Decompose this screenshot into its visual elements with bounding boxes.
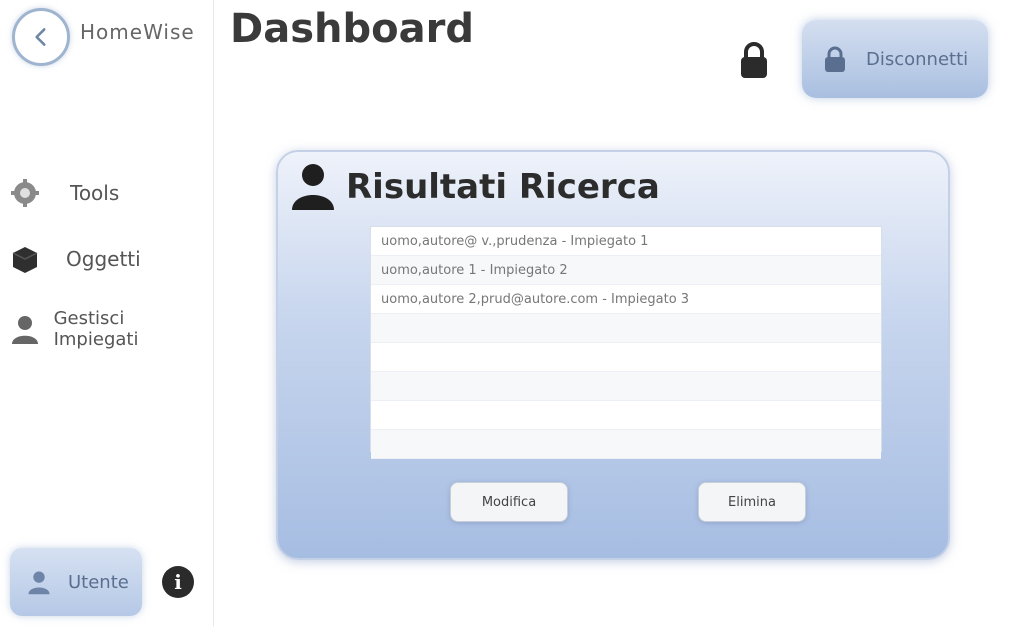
list-item[interactable] — [371, 430, 881, 459]
sidebar-item-objects[interactable]: Oggetti — [8, 242, 141, 276]
lock-icon — [825, 46, 845, 72]
delete-button[interactable]: Elimina — [698, 482, 806, 522]
lock-icon[interactable] — [736, 40, 772, 80]
page-title: Dashboard — [230, 6, 474, 52]
sidebar-item-label: Gestisci Impiegati — [53, 308, 139, 350]
list-item[interactable] — [371, 343, 881, 372]
box-icon — [8, 242, 42, 276]
sidebar-item-manage-employees[interactable]: Gestisci Impiegati — [8, 308, 213, 350]
chevron-left-icon — [35, 28, 46, 46]
search-results-panel: Risultati Ricerca uomo,autore@ v.,pruden… — [276, 150, 950, 560]
list-item[interactable] — [371, 314, 881, 343]
gear-icon — [8, 176, 42, 210]
list-item[interactable]: uomo,autore 2,prud@autore.com - Impiegat… — [371, 285, 881, 314]
results-list[interactable]: uomo,autore@ v.,prudenza - Impiegato 1 u… — [370, 226, 882, 459]
user-button-label: Utente — [68, 571, 129, 593]
modify-button[interactable]: Modifica — [450, 482, 568, 522]
list-item[interactable] — [371, 372, 881, 401]
user-icon — [28, 571, 50, 595]
user-button[interactable]: Utente — [10, 548, 142, 616]
back-button[interactable] — [12, 8, 70, 66]
list-item[interactable] — [371, 401, 881, 430]
person-icon — [8, 312, 42, 346]
sidebar: HomeWise Tools Oggetti Gestisci Impiegat… — [0, 0, 214, 626]
sidebar-item-label: Tools — [70, 181, 120, 205]
logout-button[interactable]: Disconnetti — [802, 20, 988, 98]
person-icon — [292, 164, 334, 210]
info-icon[interactable]: i — [162, 566, 194, 598]
list-item[interactable]: uomo,autore 1 - Impiegato 2 — [371, 256, 881, 285]
panel-header: Risultati Ricerca — [290, 162, 660, 212]
logout-button-label: Disconnetti — [866, 48, 969, 70]
panel-title: Risultati Ricerca — [346, 167, 660, 207]
list-item[interactable]: uomo,autore@ v.,prudenza - Impiegato 1 — [371, 227, 881, 256]
sidebar-item-label: Oggetti — [66, 247, 141, 271]
app-window: HomeWise Tools Oggetti Gestisci Impiegat… — [0, 0, 1010, 626]
sidebar-item-tools[interactable]: Tools — [8, 176, 119, 210]
app-name: HomeWise — [80, 20, 195, 44]
